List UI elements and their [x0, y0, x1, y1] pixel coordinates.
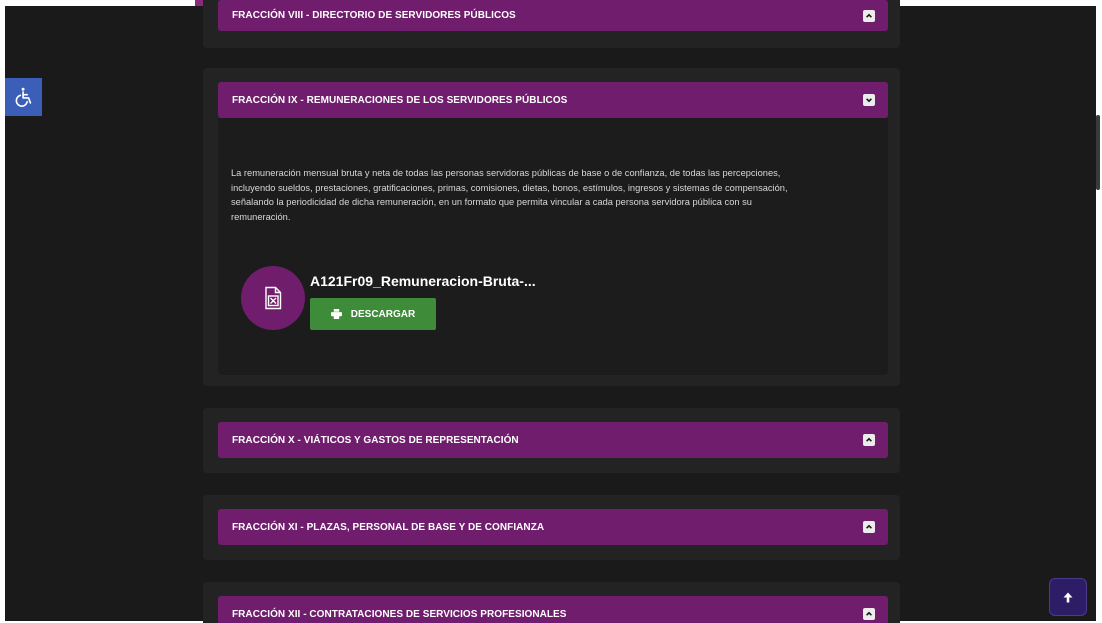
- section-title: FRACCIÓN IX - REMUNERACIONES DE LOS SERV…: [232, 94, 568, 106]
- section-header-fraccion-x[interactable]: FRACCIÓN X - VIÁTICOS Y GASTOS DE REPRES…: [218, 422, 888, 458]
- excel-file-icon: [265, 286, 282, 310]
- file-name: A121Fr09_Remuneracion-Bruta-...: [310, 273, 536, 289]
- chevron-up-icon[interactable]: [863, 434, 875, 446]
- chevron-up-icon[interactable]: [863, 9, 875, 22]
- section-header-fraccion-xii[interactable]: FRACCIÓN XII - CONTRATACIONES DE SERVICI…: [218, 596, 888, 623]
- section-header-fraccion-viii[interactable]: FRACCIÓN VIII - DIRECTORIO DE SERVIDORES…: [218, 0, 888, 31]
- section-body-fraccion-ix: La remuneración mensual bruta y neta de …: [218, 118, 888, 375]
- description-line: La remuneración mensual bruta y neta de …: [231, 168, 781, 178]
- section-title: FRACCIÓN X - VIÁTICOS Y GASTOS DE REPRES…: [232, 434, 519, 446]
- page: FRACCIÓN VIII - DIRECTORIO DE SERVIDORES…: [0, 0, 1102, 623]
- chevron-up-icon[interactable]: [863, 608, 875, 620]
- description-line: remuneración.: [231, 211, 291, 222]
- description-line: incluyendo sueldos, prestaciones, gratif…: [231, 182, 788, 193]
- section-card-fraccion-ix: FRACCIÓN IX - REMUNERACIONES DE LOS SERV…: [203, 68, 900, 386]
- file-icon-badge: [241, 266, 305, 330]
- download-button-label: DESCARGAR: [350, 308, 416, 320]
- printer-icon: [330, 309, 342, 319]
- accessibility-button[interactable]: [5, 78, 42, 116]
- section-title: FRACCIÓN XII - CONTRATACIONES DE SERVICI…: [232, 608, 567, 620]
- section-title: FRACCIÓN XI - PLAZAS, PERSONAL DE BASE Y…: [232, 521, 545, 533]
- page-scrollbar-thumb[interactable]: [1096, 115, 1100, 190]
- section-header-fraccion-ix[interactable]: FRACCIÓN IX - REMUNERACIONES DE LOS SERV…: [218, 82, 888, 118]
- section-card-fraccion-x: FRACCIÓN X - VIÁTICOS Y GASTOS DE REPRES…: [203, 408, 900, 473]
- section-card-fraccion-viii: FRACCIÓN VIII - DIRECTORIO DE SERVIDORES…: [203, 0, 900, 48]
- section-title: FRACCIÓN VIII - DIRECTORIO DE SERVIDORES…: [232, 10, 516, 21]
- right-edge: [1096, 0, 1102, 623]
- wheelchair-icon: [15, 87, 31, 107]
- description-line: señalando la periodicidad de dicha remun…: [231, 197, 752, 208]
- scroll-to-top-button[interactable]: [1049, 578, 1087, 616]
- section-header-fraccion-xi[interactable]: FRACCIÓN XI - PLAZAS, PERSONAL DE BASE Y…: [218, 509, 888, 545]
- chevron-up-icon[interactable]: [863, 521, 875, 533]
- section-card-fraccion-xii: FRACCIÓN XII - CONTRATACIONES DE SERVICI…: [203, 582, 900, 623]
- chevron-down-icon[interactable]: [863, 94, 875, 106]
- arrow-up-icon: [1063, 592, 1073, 602]
- download-button[interactable]: DESCARGAR: [310, 298, 436, 330]
- section-card-fraccion-xi: FRACCIÓN XI - PLAZAS, PERSONAL DE BASE Y…: [203, 495, 900, 560]
- section-description: La remuneración mensual bruta y neta de …: [231, 166, 881, 224]
